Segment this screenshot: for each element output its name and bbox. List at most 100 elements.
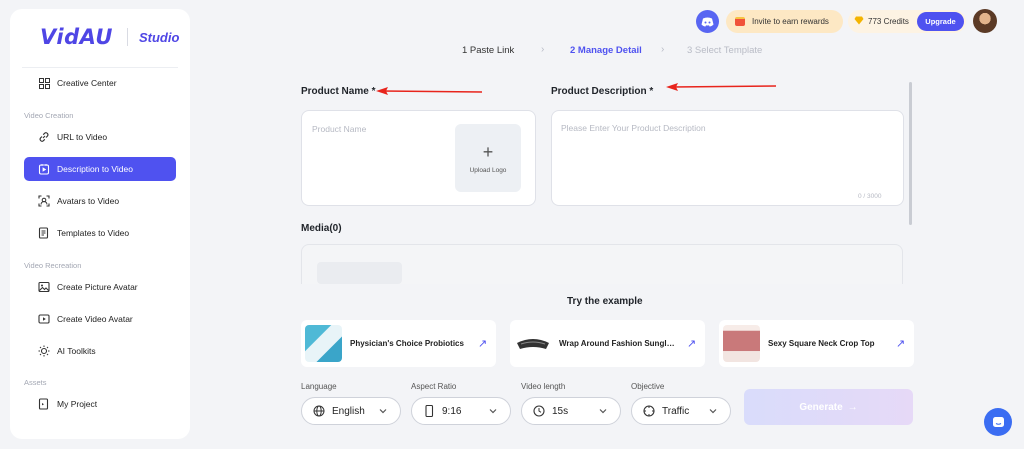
upload-logo-button[interactable]: + Upload Logo: [455, 124, 521, 192]
vidau-logo[interactable]: VidAU: [40, 25, 113, 49]
objective-value: Traffic: [662, 405, 690, 417]
product-description-placeholder: Please Enter Your Product Description: [561, 123, 706, 133]
sidebar-item-create-picture-avatar[interactable]: Create Picture Avatar: [24, 275, 176, 299]
generate-button[interactable]: Generate →: [744, 389, 913, 425]
sidebar-item-description-to-video[interactable]: Description to Video: [24, 157, 176, 181]
step-select-template: 3 Select Template: [687, 45, 763, 56]
invite-rewards-button[interactable]: Invite to earn rewards: [726, 10, 843, 33]
chevron-down-icon: [709, 409, 717, 414]
sidebar: VidAU Studio Creative Center Video Creat…: [10, 9, 190, 439]
media-placeholder: [317, 262, 402, 284]
media-label: Media(0): [301, 223, 342, 234]
language-label: Language: [301, 382, 337, 391]
globe-icon: [313, 405, 325, 417]
product-name-label: Product Name *: [301, 86, 376, 97]
annotation-arrow: [376, 87, 483, 95]
sidebar-item-ai-toolkits[interactable]: AI Toolkits: [24, 339, 176, 363]
sidebar-item-label: URL to Video: [57, 132, 108, 142]
grid-icon: [38, 77, 50, 89]
chat-icon: [992, 416, 1004, 427]
sidebar-item-create-video-avatar[interactable]: Create Video Avatar: [24, 307, 176, 331]
product-thumbnail: [305, 325, 342, 362]
chevron-right-icon: ›: [541, 44, 545, 55]
avatar-frame-icon: [38, 195, 50, 207]
section-video-creation: Video Creation: [24, 111, 74, 120]
invite-label: Invite to earn rewards: [752, 17, 829, 26]
video-play-icon: [38, 313, 50, 325]
sidebar-item-avatars-to-video[interactable]: Avatars to Video: [24, 189, 176, 213]
sidebar-item-label: Creative Center: [57, 78, 117, 88]
discord-icon: [701, 17, 714, 26]
sidebar-divider: [22, 67, 178, 68]
gift-icon: [735, 17, 745, 26]
example-card[interactable]: Sexy Square Neck Crop Top ↗: [719, 320, 914, 367]
sidebar-item-label: Templates to Video: [57, 228, 130, 238]
video-length-label: Video length: [521, 382, 566, 391]
objective-select[interactable]: Traffic: [631, 397, 731, 425]
sidebar-item-templates-to-video[interactable]: Templates to Video: [24, 221, 176, 245]
aspect-ratio-label: Aspect Ratio: [411, 382, 457, 391]
plus-icon: +: [482, 141, 494, 162]
scrollbar[interactable]: [909, 82, 912, 225]
example-title: Wrap Around Fashion Sunglasses: [559, 339, 677, 348]
brand-divider: [126, 28, 128, 46]
user-avatar[interactable]: [973, 9, 997, 33]
example-card[interactable]: Wrap Around Fashion Sunglasses ↗: [510, 320, 705, 367]
sidebar-item-my-project[interactable]: My Project: [24, 392, 176, 416]
aspect-ratio-select[interactable]: 9:16: [411, 397, 511, 425]
document-video-icon: [38, 163, 50, 175]
aspect-ratio-value: 9:16: [442, 405, 462, 417]
upload-logo-label: Upload Logo: [469, 166, 507, 174]
step-paste-link[interactable]: 1 Paste Link: [462, 45, 514, 56]
chevron-down-icon: [599, 409, 607, 414]
sidebar-item-label: AI Toolkits: [57, 346, 96, 356]
example-title: Sexy Square Neck Crop Top: [768, 339, 875, 348]
example-title: Physician's Choice Probiotics: [350, 339, 464, 348]
lightbulb-icon: [38, 345, 50, 357]
product-thumbnail: [514, 325, 551, 362]
share-arrow-icon[interactable]: ↗: [687, 337, 696, 350]
sidebar-item-label: Avatars to Video: [57, 196, 120, 206]
upgrade-button[interactable]: Upgrade: [917, 12, 964, 31]
chevron-down-icon: [379, 409, 387, 414]
brand[interactable]: VidAU Studio: [40, 25, 179, 49]
product-description-label: Product Description *: [551, 86, 654, 97]
diamond-icon: [854, 16, 864, 27]
annotation-arrow: [666, 83, 777, 91]
objective-label: Objective: [631, 382, 665, 391]
sidebar-item-label: Create Picture Avatar: [57, 282, 138, 292]
try-example-title: Try the example: [567, 296, 643, 307]
folder-doc-icon: [38, 398, 50, 410]
language-select[interactable]: English: [301, 397, 401, 425]
sidebar-item-label: Description to Video: [57, 164, 133, 174]
portrait-icon: [423, 405, 435, 417]
clock-icon: [533, 405, 545, 417]
language-value: English: [332, 405, 365, 417]
chevron-down-icon: [489, 409, 497, 414]
chat-support-button[interactable]: [984, 408, 1012, 436]
char-counter: 0 / 3000: [858, 193, 882, 200]
arrow-right-icon: →: [847, 401, 858, 413]
video-length-select[interactable]: 15s: [521, 397, 621, 425]
discord-button[interactable]: [696, 10, 719, 33]
studio-label: Studio: [138, 29, 180, 45]
sidebar-item-label: Create Video Avatar: [57, 314, 133, 324]
video-length-value: 15s: [552, 405, 569, 417]
chevron-right-icon: ›: [661, 44, 665, 55]
credits-pill: 773 Credits Upgrade: [848, 10, 966, 33]
section-assets: Assets: [24, 378, 47, 387]
link-icon: [38, 131, 50, 143]
share-arrow-icon[interactable]: ↗: [896, 337, 905, 350]
sidebar-item-creative-center[interactable]: Creative Center: [24, 71, 176, 95]
template-icon: [38, 227, 50, 239]
product-thumbnail: [723, 325, 760, 362]
sidebar-item-label: My Project: [57, 399, 98, 409]
product-name-placeholder: Product Name: [312, 124, 367, 134]
sidebar-item-url-to-video[interactable]: URL to Video: [24, 125, 176, 149]
example-card[interactable]: Physician's Choice Probiotics ↗: [301, 320, 496, 367]
credits-label: 773 Credits: [868, 17, 909, 26]
section-video-recreation: Video Recreation: [24, 261, 82, 270]
target-icon: [643, 405, 655, 417]
step-manage-detail[interactable]: 2 Manage Detail: [570, 45, 642, 56]
share-arrow-icon[interactable]: ↗: [478, 337, 487, 350]
